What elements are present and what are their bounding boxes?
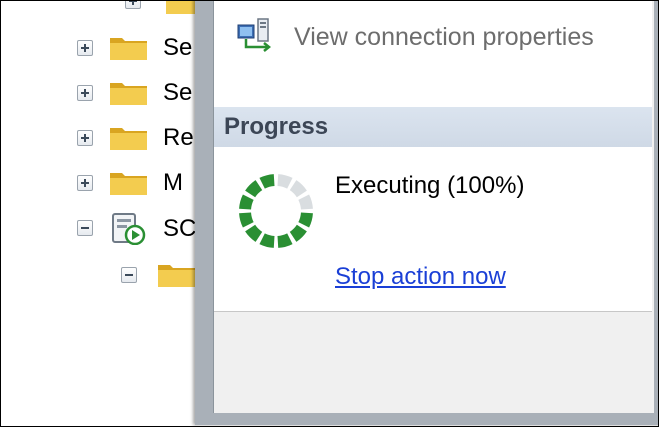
spinner-segment	[277, 174, 293, 189]
spinner-segment	[245, 180, 263, 198]
tree-node-label[interactable]: SC	[163, 214, 196, 244]
folder-icon	[110, 83, 147, 105]
tree-node[interactable]: SC	[77, 213, 201, 245]
screenshot-frame: Se Se Re M SC View connection properties…	[0, 0, 659, 427]
collapse-icon[interactable]	[77, 220, 93, 236]
stop-action-link[interactable]: Stop action now	[335, 262, 506, 292]
tree-node[interactable]: M	[77, 168, 201, 198]
spinner-segment	[298, 194, 313, 210]
spinner-segment	[289, 180, 307, 198]
tree-node-label[interactable]: Se	[163, 33, 192, 63]
folder-icon	[110, 38, 147, 60]
folder-icon	[158, 265, 195, 287]
spinner-segment	[259, 174, 275, 189]
tree-node[interactable]: Se	[77, 78, 201, 108]
expand-icon[interactable]	[77, 130, 93, 146]
progress-section-header: Progress	[214, 107, 652, 147]
folder-icon	[110, 128, 147, 150]
expand-icon[interactable]	[125, 1, 141, 9]
progress-section-title: Progress	[224, 113, 329, 140]
dialog-body: View connection properties Progress Exec…	[213, 1, 654, 413]
tree-node[interactable]: Se	[77, 33, 201, 63]
view-connection-properties-link[interactable]: View connection properties	[294, 21, 594, 53]
expand-icon[interactable]	[77, 40, 93, 56]
tree-node[interactable]	[121, 260, 201, 290]
tree-node[interactable]	[121, 1, 203, 17]
spinner-segment	[298, 212, 313, 228]
tree-node-label[interactable]: M	[163, 168, 183, 198]
expand-icon[interactable]	[77, 85, 93, 101]
progress-dialog-window: View connection properties Progress Exec…	[195, 1, 658, 425]
tree-node[interactable]: Re	[77, 123, 201, 153]
spinner-segment	[289, 224, 307, 242]
execution-status-text: Executing (100%)	[335, 172, 525, 199]
tree-node-label[interactable]: Re	[163, 123, 194, 153]
spinner-segment	[259, 233, 275, 248]
spinner-segment	[277, 233, 293, 248]
tree-node-label[interactable]: Se	[163, 78, 192, 108]
sql-agent-job-icon	[112, 213, 146, 245]
progress-spinner-icon	[239, 174, 313, 248]
spinner-segment	[239, 212, 254, 228]
collapse-icon[interactable]	[121, 267, 137, 283]
expand-icon[interactable]	[77, 175, 93, 191]
object-explorer-tree: Se Se Re M SC	[1, 1, 203, 426]
connection-properties-icon	[237, 18, 272, 52]
spinner-segment	[239, 194, 254, 210]
spinner-segment	[245, 224, 263, 242]
progress-panel: View connection properties Progress Exec…	[214, 1, 652, 312]
folder-icon	[110, 173, 147, 195]
